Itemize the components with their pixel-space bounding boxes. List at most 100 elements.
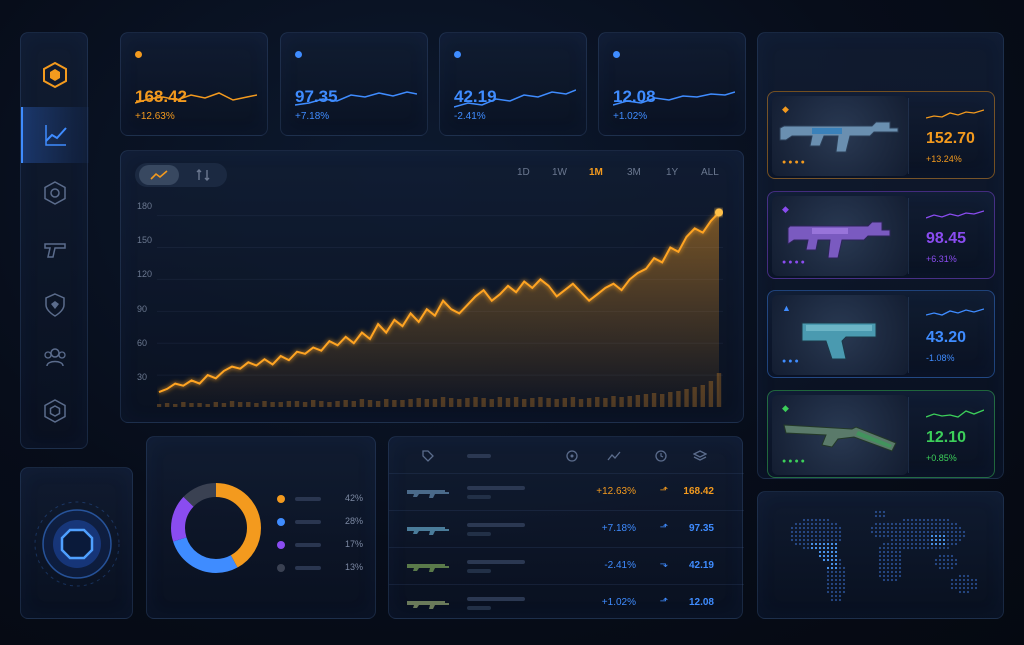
range-tab-all[interactable]: ALL [701,167,719,178]
nav-crosshair-icon[interactable] [21,165,89,221]
stat-value: 97.35 [295,87,338,106]
range-tab-1m[interactable]: 1M [589,167,603,178]
stat-card-4[interactable]: 12.08 +1.02% [598,32,746,136]
map-dot [918,542,922,546]
rarity-icon[interactable] [565,449,579,463]
map-dot [802,522,806,526]
nav-trending-chart-icon[interactable] [21,107,89,163]
row-price: 168.42 [683,486,714,497]
clock-icon[interactable] [654,449,668,463]
map-dot [906,534,910,538]
map-dot [874,530,878,534]
map-dot [950,538,954,542]
map-dot [830,550,834,554]
stat-card-1[interactable]: 168.42 +12.63% [120,32,268,136]
map-dot [946,518,950,522]
map-dot [806,518,810,522]
map-dot [902,526,906,530]
y-tick-label: 30 [137,372,148,382]
range-tab-1y[interactable]: 1Y [666,167,678,178]
map-dot [830,554,834,558]
map-dot [886,566,890,570]
map-dot [838,530,842,534]
compare-toggle-icon[interactable] [183,165,223,185]
range-tab-1d[interactable]: 1D [517,167,530,178]
table-row[interactable]: +1.02% ⬏ 12.08 [389,584,744,621]
map-dot [938,554,942,558]
map-dot [834,574,838,578]
map-dot [890,538,894,542]
item-sub-placeholder [467,495,491,499]
stat-card-2[interactable]: 97.35 +7.18% [280,32,428,136]
map-dot [950,522,954,526]
item-card-rifle[interactable]: ◆ ●●●● 152.70 +13.24% [767,91,995,179]
map-dot [974,578,978,582]
map-dot [834,530,838,534]
item-card-shotgun[interactable]: ◆ ●●●● 12.10 +0.85% [767,390,995,478]
map-dot [802,546,806,550]
map-dot [898,546,902,550]
line-chart-toggle-icon[interactable] [139,165,179,185]
map-dot [834,590,838,594]
table-row[interactable]: +12.63% ⬏ 168.42 [389,473,744,510]
map-dot [834,558,838,562]
map-dot [894,542,898,546]
map-dot [886,526,890,530]
map-dot [930,538,934,542]
map-dot [818,546,822,550]
stat-card-3[interactable]: 42.19 -2.41% [439,32,587,136]
tag-icon[interactable] [421,449,435,463]
map-dot [902,538,906,542]
nav-hexagon-settings-icon[interactable] [21,383,89,439]
map-dot [794,530,798,534]
map-dot [902,546,906,550]
map-dot [918,526,922,530]
item-change: +13.24% [926,154,962,164]
map-dot [934,558,938,562]
trend-icon[interactable] [607,449,621,463]
map-dot [970,582,974,586]
map-dot [834,566,838,570]
map-dot [806,522,810,526]
latest-point[interactable] [715,208,723,217]
item-card-pistol[interactable]: ▲ ●●● 43.20 -1.08% [767,290,995,378]
map-dot [826,586,830,590]
map-dot [882,530,886,534]
map-dot [838,598,842,602]
map-dot [838,562,842,566]
status-dot [613,51,620,58]
logo-hexagon-icon[interactable] [21,47,89,103]
map-dot [890,566,894,570]
y-tick-label: 60 [137,338,148,348]
table-row[interactable]: -2.41% ⬎ 42.19 [389,547,744,584]
map-dot [938,518,942,522]
range-tab-3m[interactable]: 3M [627,167,641,178]
map-dot [890,550,894,554]
nav-shield-icon[interactable] [21,277,89,333]
map-dot [842,566,846,570]
map-dot [966,578,970,582]
map-dot [838,586,842,590]
map-dot [882,558,886,562]
layers-icon[interactable] [693,449,707,463]
map-dot [962,582,966,586]
nav-users-icon[interactable] [21,329,89,385]
map-dot [962,590,966,594]
map-dot [954,526,958,530]
item-name-placeholder [467,486,525,490]
map-dot [890,562,894,566]
map-dot [894,562,898,566]
map-dot [882,514,886,518]
map-dot [798,526,802,530]
nav-pistol-icon[interactable] [21,221,89,277]
map-dot [910,546,914,550]
map-dot [838,582,842,586]
map-dot [902,542,906,546]
range-tab-1w[interactable]: 1W [552,167,567,178]
legend-placeholder [295,543,321,547]
table-row[interactable]: +7.18% ⬏ 97.35 [389,510,744,547]
item-card-smg[interactable]: ◆ ●●●● 98.45 +6.31% [767,191,995,279]
map-dot [882,526,886,530]
map-dot [946,522,950,526]
map-dot [894,534,898,538]
